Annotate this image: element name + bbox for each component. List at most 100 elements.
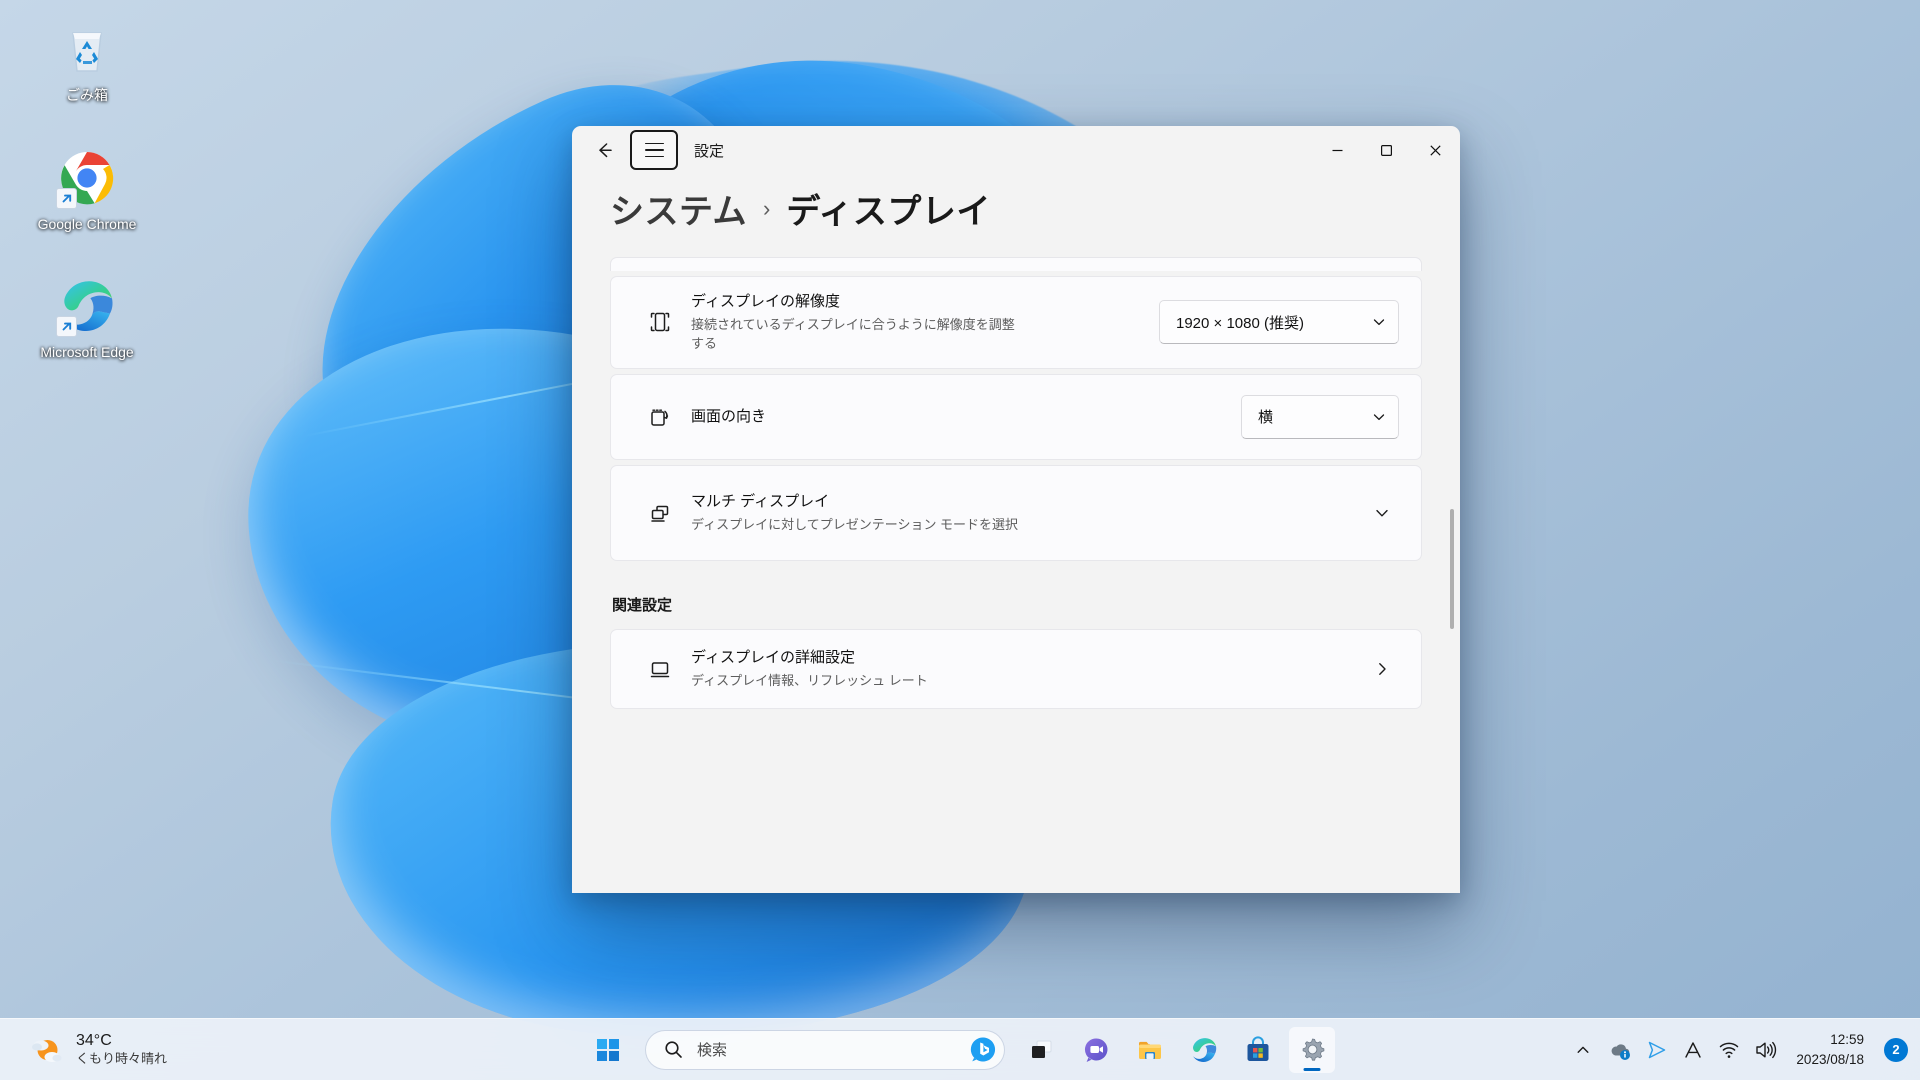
desktop-icon-google-chrome[interactable]: Google Chrome bbox=[22, 141, 152, 238]
clock[interactable]: 12:59 2023/08/18 bbox=[1786, 1028, 1874, 1072]
settings-window[interactable]: 設定 システム › ディスプレイ ディスプレイの解像度 接続されているディスプレ… bbox=[572, 126, 1460, 893]
setting-text-block: マルチ ディスプレイ ディスプレイに対してプレゼンテーション モードを選択 bbox=[683, 477, 1365, 548]
setting-title: ディスプレイの解像度 bbox=[691, 293, 840, 310]
task-view-icon bbox=[1032, 1040, 1052, 1058]
taskbar-center-group: 検索 bbox=[585, 1026, 1335, 1073]
bing-chat-button[interactable] bbox=[968, 1035, 998, 1065]
resolution-icon bbox=[637, 307, 683, 337]
chevron-down-icon bbox=[1373, 414, 1385, 420]
minimize-button[interactable] bbox=[1313, 126, 1362, 174]
close-icon bbox=[1430, 144, 1441, 156]
shortcut-arrow-icon bbox=[56, 187, 77, 209]
window-controls bbox=[1313, 126, 1460, 174]
setting-subtitle: 接続されているディスプレイに合うように解像度を調整する bbox=[691, 316, 1015, 352]
setting-card-display-orientation[interactable]: 画面の向き 横 bbox=[610, 373, 1422, 460]
setting-control bbox=[1365, 496, 1399, 530]
clock-date: 2023/08/18 bbox=[1796, 1051, 1864, 1067]
clock-time: 12:59 bbox=[1830, 1031, 1864, 1047]
desktop-icon-label: ごみ箱 bbox=[66, 87, 108, 103]
show-hidden-icons-button[interactable] bbox=[1566, 1028, 1600, 1072]
window-title: 設定 bbox=[694, 142, 725, 160]
setting-text-block: ディスプレイの解像度 接続されているディスプレイに合うように解像度を調整する bbox=[683, 277, 1159, 368]
desktop-icon-microsoft-edge[interactable]: Microsoft Edge bbox=[22, 269, 152, 366]
speaker-icon bbox=[1756, 1041, 1777, 1058]
weather-widget[interactable]: 34°C くもり時々晴れ bbox=[16, 1027, 181, 1071]
breadcrumb: システム › ディスプレイ bbox=[572, 174, 1460, 257]
edge-icon bbox=[1193, 1037, 1217, 1062]
setting-card-display-resolution[interactable]: ディスプレイの解像度 接続されているディスプレイに合うように解像度を調整する 1… bbox=[610, 276, 1422, 369]
maximize-button[interactable] bbox=[1362, 126, 1411, 174]
scrolled-card-edge bbox=[610, 257, 1422, 271]
setting-text-block: 画面の向き bbox=[683, 392, 1241, 442]
resolution-dropdown-value: 1920 × 1080 (推奨) bbox=[1176, 314, 1304, 332]
multi-display-expand-button[interactable] bbox=[1365, 496, 1399, 530]
setting-control bbox=[1365, 652, 1399, 686]
setting-card-multiple-displays[interactable]: マルチ ディスプレイ ディスプレイに対してプレゼンテーション モードを選択 bbox=[610, 464, 1422, 561]
breadcrumb-separator: › bbox=[762, 195, 771, 221]
orientation-icon bbox=[637, 402, 683, 432]
onedrive-tray-button[interactable] bbox=[1602, 1028, 1638, 1072]
related-settings-heading: 関連設定 bbox=[612, 596, 673, 614]
edge-icon bbox=[56, 275, 118, 337]
orientation-dropdown[interactable]: 横 bbox=[1241, 394, 1399, 439]
maximize-icon bbox=[1381, 144, 1393, 156]
minimize-icon bbox=[1332, 149, 1343, 151]
taskbar-app-microsoft-edge[interactable] bbox=[1181, 1027, 1227, 1073]
taskbar[interactable]: 34°C くもり時々晴れ 検索 12:59 2023/08/18 2 bbox=[0, 1018, 1920, 1080]
close-button[interactable] bbox=[1411, 126, 1460, 174]
content-scrollbar[interactable] bbox=[1450, 261, 1454, 881]
taskbar-app-settings[interactable] bbox=[1289, 1026, 1335, 1073]
setting-title: マルチ ディスプレイ bbox=[691, 493, 830, 511]
system-tray: 12:59 2023/08/18 2 bbox=[1566, 1028, 1920, 1072]
setting-title: ディスプレイの詳細設定 bbox=[691, 649, 855, 667]
breadcrumb-parent-system[interactable]: システム bbox=[610, 184, 747, 233]
taskbar-app-chat[interactable] bbox=[1073, 1027, 1119, 1073]
taskbar-app-task-view[interactable] bbox=[1019, 1027, 1065, 1073]
telegram-tray-button[interactable] bbox=[1640, 1028, 1674, 1072]
notification-badge[interactable]: 2 bbox=[1884, 1037, 1908, 1062]
settings-content-scroll[interactable]: ディスプレイの解像度 接続されているディスプレイに合うように解像度を調整する 1… bbox=[572, 257, 1460, 893]
taskbar-app-file-explorer[interactable] bbox=[1127, 1027, 1173, 1073]
page-title: ディスプレイ bbox=[786, 193, 991, 231]
desktop-icon-recycle-bin[interactable]: ごみ箱 bbox=[22, 12, 152, 109]
back-button[interactable] bbox=[584, 133, 624, 167]
start-button[interactable] bbox=[585, 1027, 631, 1073]
scrollbar-thumb[interactable] bbox=[1450, 509, 1454, 629]
back-arrow-icon bbox=[599, 143, 612, 158]
chevron-down-icon bbox=[1373, 319, 1385, 326]
hamburger-menu-icon bbox=[644, 142, 664, 158]
chevron-right-icon bbox=[1379, 662, 1386, 675]
ime-mode-button[interactable] bbox=[1676, 1028, 1710, 1072]
store-icon bbox=[1247, 1035, 1269, 1061]
desktop[interactable]: ごみ箱 Google Chrome Microsoft Edge 設定 システム… bbox=[0, 0, 1920, 1080]
shortcut-arrow-icon bbox=[56, 316, 77, 337]
resolution-dropdown[interactable]: 1920 × 1080 (推奨) bbox=[1159, 300, 1399, 345]
chevron-down-icon bbox=[1376, 509, 1388, 517]
volume-button[interactable] bbox=[1748, 1028, 1784, 1072]
chevron-up-icon bbox=[1577, 1046, 1589, 1053]
desktop-icon-label: Microsoft Edge bbox=[40, 344, 134, 360]
file-explorer-icon bbox=[1139, 1041, 1161, 1059]
settings-gear-icon bbox=[1302, 1038, 1324, 1061]
taskbar-app-microsoft-store[interactable] bbox=[1235, 1027, 1281, 1073]
setting-card-advanced-display[interactable]: ディスプレイの詳細設定 ディスプレイ情報、リフレッシュ レート bbox=[610, 628, 1422, 709]
chrome-icon bbox=[56, 147, 118, 209]
weather-temperature: 34°C bbox=[76, 1032, 112, 1050]
windows-logo-icon bbox=[597, 1038, 619, 1061]
search-input[interactable]: 検索 bbox=[645, 1029, 1005, 1070]
sun-behind-cloud-icon bbox=[32, 1039, 62, 1062]
weather-condition: くもり時々晴れ bbox=[76, 1051, 168, 1067]
setting-subtitle: ディスプレイに対してプレゼンテーション モードを選択 bbox=[691, 516, 1019, 532]
bing-chat-icon bbox=[970, 1037, 995, 1062]
window-title-bar[interactable]: 設定 bbox=[572, 126, 1460, 174]
recycle-bin-icon bbox=[56, 18, 118, 80]
weather-text: 34°C くもり時々晴れ bbox=[76, 1031, 167, 1067]
search-placeholder: 検索 bbox=[697, 1042, 728, 1059]
setting-control: 1920 × 1080 (推奨) bbox=[1159, 300, 1399, 345]
advanced-display-navigate-button[interactable] bbox=[1365, 652, 1399, 686]
navigation-menu-button[interactable] bbox=[630, 130, 678, 170]
chat-icon bbox=[1084, 1037, 1108, 1062]
setting-text-block: ディスプレイの詳細設定 ディスプレイ情報、リフレッシュ レート bbox=[683, 633, 1365, 704]
network-button[interactable] bbox=[1712, 1028, 1746, 1072]
monitor-icon bbox=[637, 654, 683, 684]
